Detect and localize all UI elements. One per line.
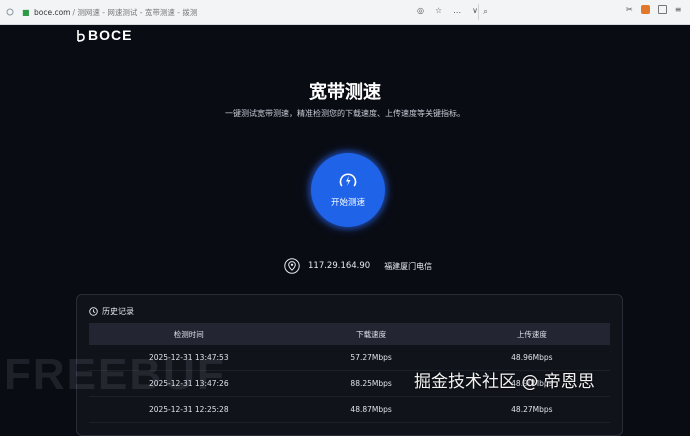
client-isp: 福建厦门电信 <box>384 261 433 271</box>
site-info-icon[interactable] <box>6 8 14 16</box>
menu-icon[interactable]: ≡ <box>675 5 682 14</box>
more-options-icon[interactable]: … <box>453 6 461 15</box>
browser-toolbar: ■ boce.com / 测网速 - 网速测试 - 宽带测速 - 拨测 ◎ ☆ … <box>0 0 690 25</box>
logo-text: BOCE <box>88 27 133 43</box>
boce-logo[interactable]: BOCE <box>76 27 132 43</box>
extension-toolbar: ✂ ≡ <box>626 5 681 14</box>
boce-logo-mark-icon <box>77 29 85 42</box>
scissors-icon[interactable]: ✂ <box>626 5 633 14</box>
client-info: 117.29.164.90 福建厦门电信 <box>284 258 432 274</box>
column-header-upload: 上传速度 <box>453 323 610 345</box>
search-input[interactable]: ⌕ <box>478 4 607 20</box>
row-download: 48.87Mbps <box>288 396 454 423</box>
history-title: 历史记录 <box>102 307 134 316</box>
table-row: 2025-12-31 12:25:28 48.87Mbps 48.27Mbps <box>89 396 610 423</box>
address-tools: ◎ ☆ … ∨ <box>417 6 478 15</box>
address-bar[interactable]: ■ boce.com / 测网速 - 网速测试 - 宽带测速 - 拨测 <box>0 2 472 22</box>
column-header-download: 下载速度 <box>288 323 454 345</box>
juejin-watermark: 掘金技术社区 @ 帝恩思 <box>414 372 595 392</box>
history-header: 历史记录 <box>89 306 134 317</box>
url-host: boce.com <box>34 7 71 17</box>
column-header-time: 检测时间 <box>89 323 289 345</box>
extension-fox-icon[interactable] <box>640 5 650 14</box>
url-page-title: / 测网速 - 网速测试 - 宽带测速 - 拨测 <box>72 7 198 17</box>
search-icon: ⌕ <box>483 7 489 17</box>
location-pin-icon <box>284 258 300 274</box>
lock-icon: ■ <box>22 7 30 17</box>
page-title: 宽带测速 <box>309 82 381 103</box>
extension-window-icon[interactable] <box>657 5 667 14</box>
row-upload: 48.27Mbps <box>453 396 610 423</box>
table-header-row: 检测时间 下载速度 上传速度 <box>89 323 610 345</box>
row-time: 2025-12-31 12:25:28 <box>89 396 289 423</box>
speedometer-icon <box>339 172 357 186</box>
start-test-label: 开始测速 <box>330 197 365 208</box>
start-test-button[interactable]: 开始测速 <box>311 153 385 227</box>
page-subtitle: 一键测试宽带测速，精准检测您的下载速度、上传速度等关键指标。 <box>225 109 465 118</box>
clock-icon <box>89 307 98 316</box>
location-permission-icon[interactable]: ◎ <box>417 6 424 15</box>
freebuf-watermark: FREEBUF <box>4 350 226 399</box>
bookmark-star-icon[interactable]: ☆ <box>435 6 442 15</box>
client-ip: 117.29.164.90 <box>308 261 371 271</box>
